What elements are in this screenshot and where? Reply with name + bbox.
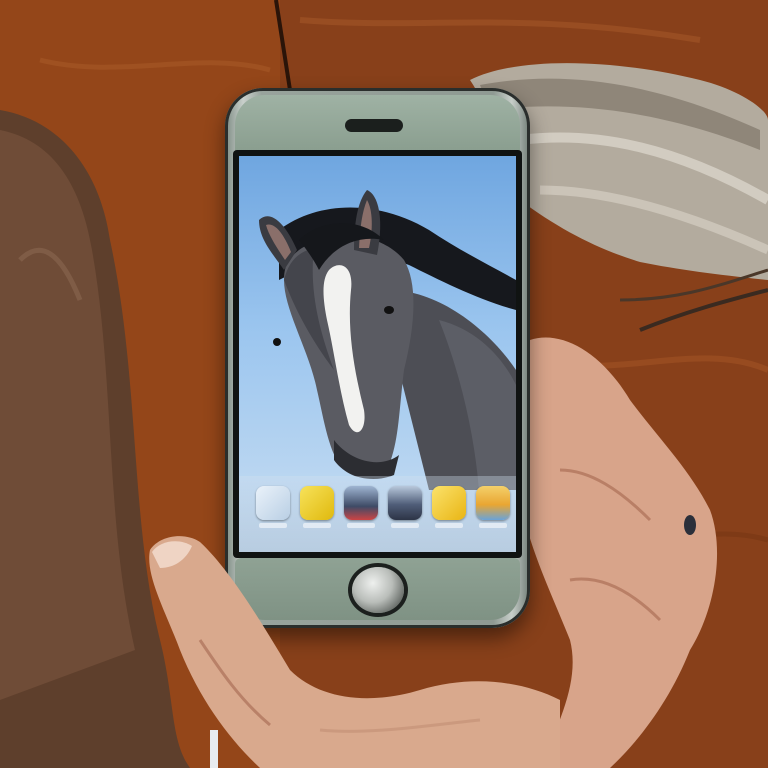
dock-app-1[interactable] xyxy=(255,486,291,530)
dock-app-2[interactable] xyxy=(299,486,335,530)
earpiece-speaker xyxy=(345,119,403,132)
app-label xyxy=(347,523,375,528)
dock-app-4[interactable] xyxy=(387,486,423,530)
landscape-app-icon xyxy=(476,486,510,520)
yellow-app-icon xyxy=(300,486,334,520)
yellow-app-icon xyxy=(432,486,466,520)
photo-app-icon xyxy=(344,486,378,520)
app-label xyxy=(259,523,287,528)
phone-icon xyxy=(256,486,290,520)
screen-bezel xyxy=(233,150,522,558)
horse-wallpaper xyxy=(259,190,516,490)
dock-app-6[interactable] xyxy=(475,486,511,530)
status-bar xyxy=(239,156,516,170)
dock-app-3[interactable] xyxy=(343,486,379,530)
phone-top-bezel xyxy=(235,95,520,157)
app-label xyxy=(435,523,463,528)
dock-app-5[interactable] xyxy=(431,486,467,530)
app-label xyxy=(303,523,331,528)
phone-screen xyxy=(239,156,516,552)
left-hand xyxy=(149,536,560,768)
photo-app-icon xyxy=(388,486,422,520)
app-label xyxy=(391,523,419,528)
app-label xyxy=(479,523,507,528)
